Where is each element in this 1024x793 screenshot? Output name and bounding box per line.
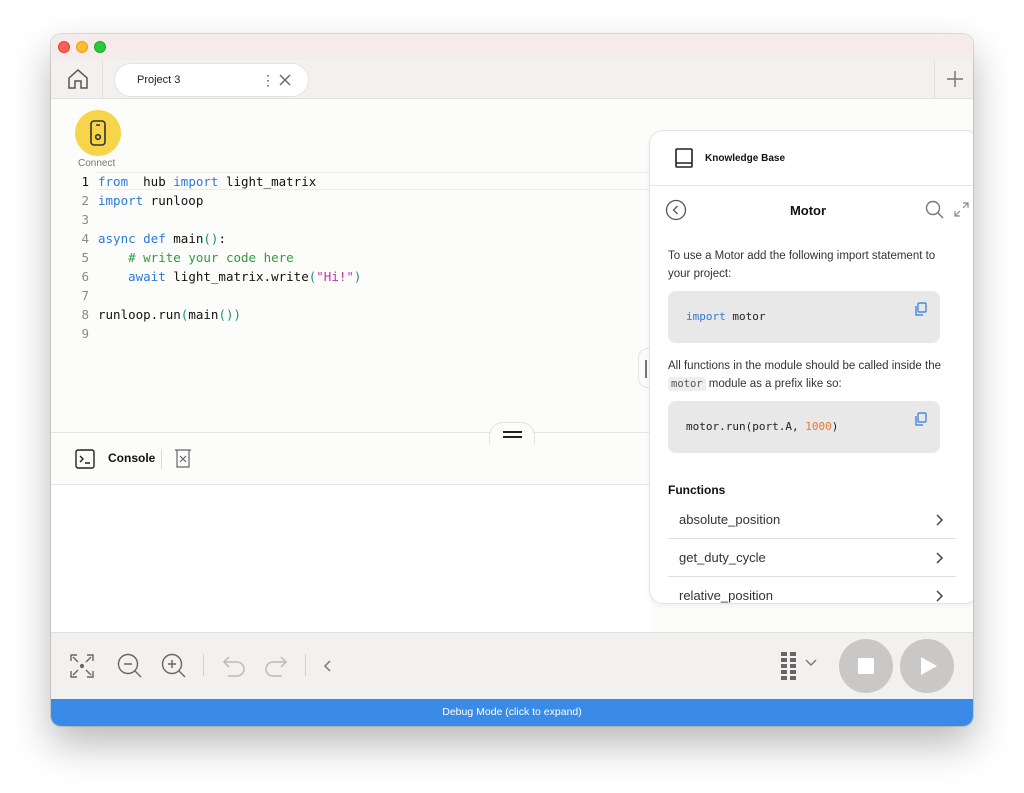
article-title: Motor xyxy=(789,203,827,218)
code-line[interactable]: 7 xyxy=(51,286,651,305)
run-button[interactable] xyxy=(900,639,954,693)
code-line[interactable]: 4 async def main(): xyxy=(51,229,651,248)
line-number: 1 xyxy=(81,174,89,189)
panel-resize-grip[interactable] xyxy=(489,422,535,444)
function-item[interactable]: relative_position xyxy=(668,577,956,603)
code-text: # write your code here xyxy=(128,250,294,265)
plus-icon[interactable] xyxy=(945,69,965,89)
maximize-window-button[interactable] xyxy=(94,41,106,53)
knowledge-base-title: Knowledge Base xyxy=(705,153,786,164)
line-number: 6 xyxy=(81,269,89,284)
tab-label: Project 3 xyxy=(137,74,181,86)
undo-icon[interactable] xyxy=(221,653,247,679)
code-snippet: import motor xyxy=(668,291,940,343)
knowledge-base-panel: Knowledge Base Motor To use a Motor add … xyxy=(649,130,973,604)
home-icon[interactable] xyxy=(66,67,90,91)
chevron-right-icon xyxy=(936,514,944,526)
zoom-in-icon[interactable] xyxy=(161,653,187,679)
code-snippet: motor.run(port.A, 1000) xyxy=(668,401,940,453)
usage-text: All functions in the module should be ca… xyxy=(668,360,941,391)
play-icon xyxy=(921,657,937,675)
minimize-window-button[interactable] xyxy=(76,41,88,53)
debug-mode-label: Debug Mode (click to expand) xyxy=(442,706,582,718)
code-keyword: import xyxy=(686,310,726,323)
chevron-down-icon[interactable] xyxy=(805,658,817,668)
app-window: Project 3 ⋮ Connect 1 from hub import lig… xyxy=(51,34,973,726)
chevron-right-icon xyxy=(936,590,944,602)
close-window-button[interactable] xyxy=(58,41,70,53)
code-text: import runloop xyxy=(98,193,204,208)
hub-icon xyxy=(90,120,106,146)
connect-button[interactable] xyxy=(75,110,121,156)
functions-heading: Functions xyxy=(668,483,726,497)
console-toolbar: Console xyxy=(51,433,651,485)
code-line[interactable]: 1 from hub import light_matrix xyxy=(51,172,651,191)
line-number: 2 xyxy=(81,193,89,208)
tab-project[interactable]: Project 3 ⋮ xyxy=(114,63,309,97)
knowledge-base-header: Knowledge Base xyxy=(650,131,973,186)
code-editor[interactable]: 1 from hub import light_matrix 2 import run… xyxy=(51,170,651,434)
terminal-icon xyxy=(75,449,95,469)
line-number: 5 xyxy=(81,250,89,265)
title-bar xyxy=(51,34,973,60)
stop-button[interactable] xyxy=(839,639,893,693)
light-matrix-icon[interactable] xyxy=(781,652,797,680)
bottom-toolbar xyxy=(51,632,973,699)
divider xyxy=(305,654,306,676)
code-text: from hub import light_matrix xyxy=(98,174,317,189)
code-text: async def main(): xyxy=(98,231,226,246)
close-icon[interactable] xyxy=(278,73,292,87)
code-line[interactable]: 2 import runloop xyxy=(51,191,651,210)
divider xyxy=(102,60,103,99)
code-line[interactable]: 6 await light_matrix.write("Hi!") xyxy=(51,267,651,286)
zoom-out-icon[interactable] xyxy=(117,653,143,679)
redo-icon[interactable] xyxy=(263,653,289,679)
divider xyxy=(934,60,935,99)
chevron-left-icon[interactable] xyxy=(319,654,335,678)
code-line[interactable]: 8 runloop.run(main()) xyxy=(51,305,651,324)
intro-text: To use a Motor add the following import … xyxy=(668,250,936,280)
code-text: motor xyxy=(725,310,766,323)
console-output[interactable] xyxy=(51,485,651,632)
copy-icon[interactable] xyxy=(914,412,928,426)
line-number: 4 xyxy=(81,231,89,246)
code-text: await light_matrix.write("Hi!") xyxy=(128,269,362,284)
line-number: 7 xyxy=(81,288,89,303)
code-line[interactable]: 3 xyxy=(51,210,651,229)
divider xyxy=(203,654,204,676)
debug-mode-bar[interactable]: Debug Mode (click to expand) xyxy=(51,699,973,726)
code-line[interactable]: 9 xyxy=(51,324,651,343)
book-icon xyxy=(675,148,693,168)
expand-icon[interactable] xyxy=(953,201,970,218)
divider xyxy=(161,449,162,469)
code-text: runloop.run(main()) xyxy=(98,307,242,322)
fit-to-screen-icon[interactable] xyxy=(69,653,95,679)
console-label: Console xyxy=(108,451,156,465)
tab-bar: Project 3 ⋮ xyxy=(51,60,973,99)
line-number: 8 xyxy=(81,307,89,322)
chevron-right-icon xyxy=(936,552,944,564)
clear-console-icon[interactable] xyxy=(173,447,193,469)
function-item[interactable]: absolute_position xyxy=(668,501,956,539)
stop-icon xyxy=(858,658,874,674)
tab-more-icon[interactable]: ⋮ xyxy=(261,71,275,89)
line-number: 3 xyxy=(81,212,89,227)
inline-code: motor xyxy=(668,377,706,391)
connect-label: Connect xyxy=(78,158,116,169)
search-icon[interactable] xyxy=(925,200,944,219)
line-number: 9 xyxy=(81,326,89,341)
copy-icon[interactable] xyxy=(914,302,928,316)
function-item[interactable]: get_duty_cycle xyxy=(668,539,956,577)
code-line[interactable]: 5 # write your code here xyxy=(51,248,651,267)
